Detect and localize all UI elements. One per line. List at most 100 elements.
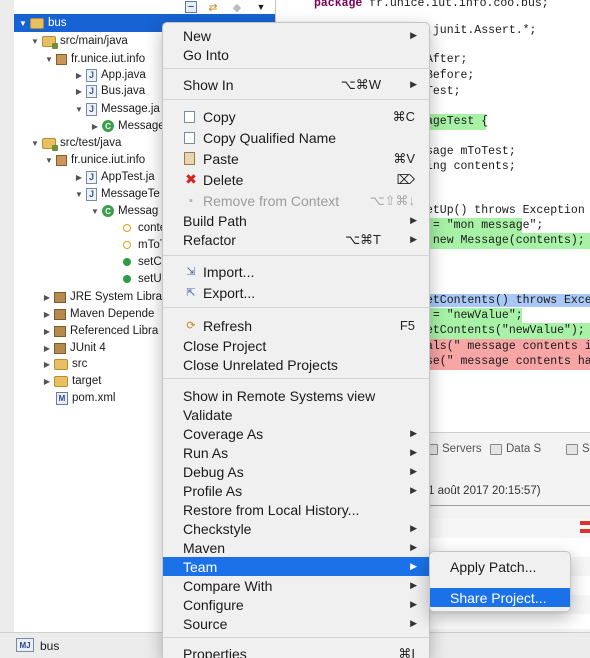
menu-item-run-as[interactable]: Run As ▶ [163, 443, 429, 462]
menu-item-maven[interactable]: Maven ▶ [163, 538, 429, 557]
code-line-highlighted: = "mon message"; [426, 218, 544, 234]
tree-item-label: fr.unice.iut.info [71, 154, 146, 166]
tree-item-label: target [72, 375, 102, 387]
menu-item-source[interactable]: Source ▶ [163, 614, 429, 633]
submenu-arrow-icon: ▶ [410, 561, 417, 571]
menu-separator [163, 307, 429, 308]
console-timestamp: 1 août 2017 20:15:57) [428, 485, 541, 497]
menu-item-import[interactable]: ⇲ Import... [163, 262, 429, 281]
menu-item-go-into[interactable]: Go Into [163, 45, 429, 64]
code-line: After; [426, 53, 468, 66]
divider [428, 505, 590, 506]
java-file-icon: J [86, 102, 97, 116]
menu-item-show-in-remote-systems[interactable]: Show in Remote Systems view [163, 386, 429, 405]
tree-item-label: src/main/java [60, 35, 128, 47]
menu-item-configure[interactable]: Configure ▶ [163, 595, 429, 614]
tree-item-label: src/test/java [60, 137, 122, 149]
menu-item-build-path[interactable]: Build Path ▶ [163, 211, 429, 230]
refresh-icon: ⟳ [186, 320, 196, 332]
menu-item-close-unrelated-projects[interactable]: Close Unrelated Projects [163, 355, 429, 374]
tree-item-label: JUnit 4 [70, 342, 106, 354]
collapse-all-icon[interactable]: − [185, 1, 197, 13]
method-icon [123, 258, 131, 266]
source-folder-icon [42, 137, 58, 151]
collapsed-chevron-icon[interactable]: ▶ [42, 310, 52, 319]
view-menu-chevron-down-icon[interactable]: ▼ [253, 0, 269, 15]
tab-servers[interactable]: Servers [426, 441, 482, 457]
expanded-chevron-icon[interactable]: ▼ [44, 156, 54, 165]
collapsed-chevron-icon[interactable]: ▶ [42, 377, 52, 386]
submenu-arrow-icon: ▶ [410, 428, 417, 438]
menu-item-refactor[interactable]: Refactor ⌥⌘T ▶ [163, 230, 429, 249]
tab-snippets[interactable]: Sn [566, 441, 590, 457]
menu-item-refresh[interactable]: ⟳ Refresh F5 [163, 316, 429, 335]
collapsed-chevron-icon[interactable]: ▶ [42, 293, 52, 302]
menu-separator [163, 68, 429, 69]
tree-item-label: Messag [118, 205, 159, 217]
code-line: ing contents; [426, 160, 516, 173]
expanded-chevron-icon[interactable]: ▼ [74, 190, 84, 199]
menu-item-debug-as[interactable]: Debug As ▶ [163, 462, 429, 481]
collapsed-chevron-icon[interactable]: ▶ [74, 87, 84, 96]
menu-item-copy-qualified-name[interactable]: Copy Qualified Name [163, 128, 429, 147]
menu-item-restore-from-local-history[interactable]: Restore from Local History... [163, 500, 429, 519]
expanded-chevron-icon[interactable]: ▼ [44, 55, 54, 64]
focus-icon[interactable]: ◆ [229, 0, 245, 15]
code-line-highlighted: = "newValue"; [426, 308, 523, 324]
method-icon [123, 275, 131, 283]
package-icon [56, 53, 67, 65]
collapsed-chevron-icon[interactable]: ▶ [42, 327, 52, 336]
code-line-highlighted: new Message(contents); [426, 233, 590, 249]
tree-item-label: Referenced Libra [70, 325, 159, 337]
menu-item-profile-as[interactable]: Profile As ▶ [163, 481, 429, 500]
menu-item-compare-with[interactable]: Compare With ▶ [163, 576, 429, 595]
menu-item-remove-from-context[interactable]: ▪ Remove from Context ⌥⇧⌘↓ [163, 191, 429, 210]
code-line-highlighted: etContents("newValue"); [426, 323, 590, 339]
menu-item-copy[interactable]: Copy ⌘C [163, 107, 429, 126]
expanded-chevron-icon[interactable]: ▼ [74, 105, 84, 114]
menu-item-validate[interactable]: Validate [163, 405, 429, 424]
submenu-arrow-icon: ▶ [410, 599, 417, 609]
menu-item-paste[interactable]: Paste ⌘V [163, 149, 429, 168]
menu-item-delete[interactable]: ✖ Delete ⌦ [163, 170, 429, 189]
expanded-chevron-icon[interactable]: ▼ [30, 139, 40, 148]
collapsed-chevron-icon[interactable]: ▶ [42, 344, 52, 353]
menu-item-export[interactable]: ⇱ Export... [163, 283, 429, 302]
tree-item-label: Maven Depende [70, 308, 155, 320]
folder-icon [54, 358, 68, 370]
menu-separator [163, 255, 429, 256]
tree-item-label: fr.unice.iut.info [71, 53, 146, 65]
collapsed-chevron-icon[interactable]: ▶ [74, 173, 84, 182]
collapsed-chevron-icon[interactable]: ▶ [42, 360, 52, 369]
submenu-arrow-icon: ▶ [410, 618, 417, 628]
menu-item-checkstyle[interactable]: Checkstyle ▶ [163, 519, 429, 538]
library-icon [54, 325, 66, 337]
expanded-chevron-icon[interactable]: ▼ [90, 207, 100, 216]
menu-item-close-project[interactable]: Close Project [163, 336, 429, 355]
menu-item-properties[interactable]: Properties ⌘I [163, 644, 429, 658]
error-marker [580, 529, 590, 533]
menu-item-apply-patch[interactable]: Apply Patch... [430, 557, 570, 576]
menu-item-share-project[interactable]: Share Project... [430, 588, 570, 607]
submenu-arrow-icon: ▶ [410, 215, 417, 225]
menu-item-new[interactable]: New ▶ [163, 26, 429, 45]
menu-item-coverage-as[interactable]: Coverage As ▶ [163, 424, 429, 443]
class-icon: C [102, 120, 114, 132]
field-icon [123, 224, 131, 232]
expanded-chevron-icon[interactable]: ▼ [30, 37, 40, 46]
menu-separator [163, 378, 429, 379]
context-menu: New ▶ Go Into Show In ⌥⌘W ▶ Copy ⌘C Copy… [162, 22, 430, 658]
expanded-chevron-icon[interactable]: ▼ [18, 19, 28, 28]
source-folder-icon [42, 35, 58, 49]
code-line-highlighted: se(" message contents has [426, 354, 590, 370]
team-submenu: Apply Patch... Share Project... [429, 551, 571, 612]
java-file-icon: J [86, 170, 97, 184]
tab-data-source[interactable]: Data S [490, 441, 541, 457]
menu-item-team[interactable]: Team ▶ [163, 557, 429, 576]
collapsed-chevron-icon[interactable]: ▶ [74, 71, 84, 80]
menu-separator [163, 99, 429, 100]
code-line: sage mToTest; [426, 145, 516, 158]
link-with-editor-icon[interactable]: ⇄ [205, 0, 221, 15]
menu-item-show-in[interactable]: Show In ⌥⌘W ▶ [163, 75, 429, 94]
collapsed-chevron-icon[interactable]: ▶ [90, 122, 100, 131]
